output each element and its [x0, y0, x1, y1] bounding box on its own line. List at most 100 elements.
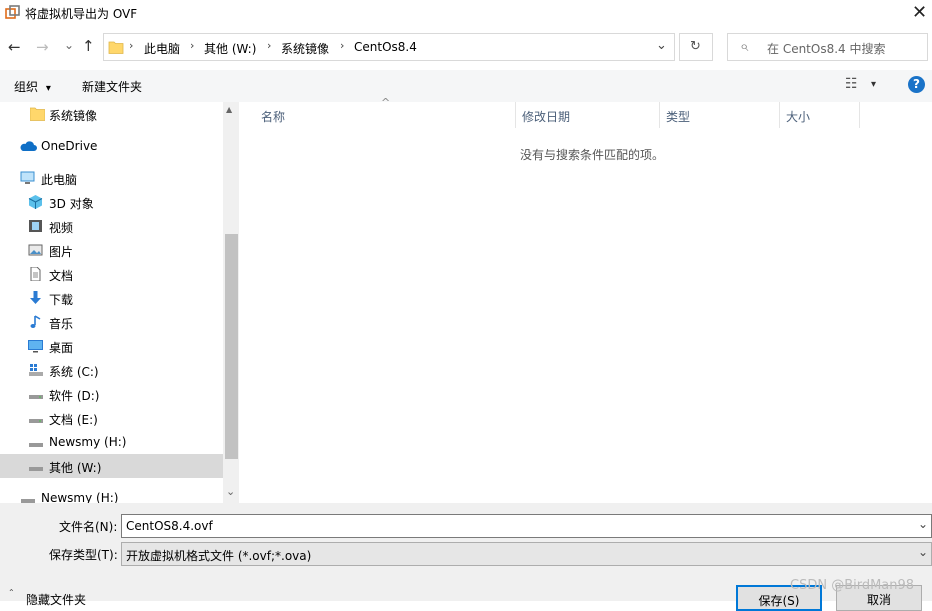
breadcrumb-system-images[interactable]: 系统镜像	[281, 40, 329, 57]
sidebar-item-documents[interactable]: 文档	[0, 262, 223, 286]
view-options-icon[interactable]: ☷	[845, 76, 858, 92]
watermark: CSDN @BirdMan98	[790, 578, 915, 593]
filetype-select[interactable]: 开放虚拟机格式文件 (*.ovf;*.ova) ⌄	[121, 542, 932, 566]
sidebar-item-drive-h[interactable]: Newsmy (H:)	[0, 430, 223, 454]
filetype-value: 开放虚拟机格式文件 (*.ovf;*.ova)	[126, 549, 312, 563]
back-button[interactable]: ←	[8, 38, 21, 56]
download-icon	[30, 291, 41, 304]
search-placeholder: 在 CentOs8.4 中搜索	[767, 42, 886, 56]
chevron-down-icon: ▾	[45, 83, 51, 94]
search-icon: ⌕	[740, 37, 749, 55]
forward-button[interactable]: →	[36, 38, 49, 56]
drive-icon	[29, 419, 43, 423]
sidebar-item-label: Newsmy (H:)	[49, 435, 127, 449]
sidebar-item-drive-e[interactable]: 文档 (E:)	[0, 406, 223, 430]
up-button[interactable]: ↑	[82, 37, 95, 55]
sort-ascending-icon: ^	[381, 96, 391, 109]
sidebar-item-drive-w[interactable]: 其他 (W:)	[0, 454, 223, 478]
drive-icon	[29, 443, 43, 447]
sidebar-item-label: 图片	[49, 245, 74, 259]
sidebar-item-label: 桌面	[49, 341, 74, 355]
breadcrumb-separator: ›	[267, 39, 272, 52]
picture-icon	[28, 244, 43, 256]
breadcrumb-this-pc[interactable]: 此电脑	[144, 40, 180, 57]
refresh-icon: ↻	[690, 39, 701, 54]
recent-locations-button[interactable]: ⌄	[64, 38, 74, 52]
column-divider[interactable]	[659, 102, 660, 128]
view-dropdown-icon[interactable]: ▾	[871, 79, 876, 90]
sidebar-item-desktop[interactable]: 桌面	[0, 334, 223, 358]
sidebar-item-label: 系统镜像	[49, 109, 98, 123]
breadcrumb-separator: ›	[129, 39, 134, 52]
scroll-up-icon[interactable]: ▲	[226, 105, 232, 114]
filename-label: 文件名(N):	[59, 520, 118, 534]
sidebar-item-videos[interactable]: 视频	[0, 214, 223, 238]
chevron-down-icon: ⌄	[918, 545, 929, 559]
empty-message: 没有与搜索条件匹配的项。	[520, 148, 665, 162]
organize-button[interactable]: 组织 ▾	[14, 78, 51, 95]
help-icon[interactable]: ?	[908, 76, 925, 93]
sidebar-item-drive-h-removable[interactable]: Newsmy (H:)	[0, 486, 223, 503]
sidebar-item-downloads[interactable]: 下载	[0, 286, 223, 310]
vmware-app-icon	[5, 5, 20, 19]
scrollbar-thumb[interactable]	[225, 234, 238, 459]
drive-icon	[29, 395, 43, 399]
column-header-modified[interactable]: 修改日期	[522, 108, 570, 132]
drive-icon	[21, 499, 35, 503]
column-header-name[interactable]: 名称	[261, 108, 285, 132]
scroll-down-icon[interactable]: ⌄	[226, 485, 235, 498]
collapse-icon[interactable]: ⌃	[8, 588, 15, 597]
sidebar-item-music[interactable]: 音乐	[0, 310, 223, 334]
sidebar-item-drive-d[interactable]: 软件 (D:)	[0, 382, 223, 406]
window-title: 将虚拟机导出为 OVF	[25, 7, 138, 21]
sidebar-item-label: 系统 (C:)	[49, 365, 99, 379]
folder-icon	[30, 107, 45, 121]
column-divider[interactable]	[859, 102, 860, 128]
chevron-down-icon[interactable]: ⌄	[918, 517, 928, 531]
breadcrumb-separator: ›	[190, 39, 195, 52]
hide-folders-toggle[interactable]: 隐藏文件夹	[26, 591, 86, 608]
drive-icon	[29, 467, 43, 471]
title-bar	[0, 0, 932, 26]
breadcrumb-separator: ›	[340, 39, 345, 52]
breadcrumb-centos[interactable]: CentOs8.4	[354, 40, 417, 54]
filetype-label: 保存类型(T):	[49, 548, 118, 562]
filename-value: CentOS8.4.ovf	[126, 519, 213, 533]
sidebar-item-label: 此电脑	[41, 173, 78, 187]
cube-icon	[28, 195, 43, 209]
document-icon	[30, 267, 41, 281]
folder-icon	[108, 41, 124, 54]
sidebar-item-label: 视频	[49, 221, 74, 235]
refresh-button[interactable]: ↻	[679, 33, 713, 61]
new-folder-button[interactable]: 新建文件夹	[82, 78, 142, 95]
column-divider[interactable]	[515, 102, 516, 128]
sidebar-item-label: 3D 对象	[49, 197, 94, 211]
sidebar-item-this-pc[interactable]: 此电脑	[0, 166, 223, 190]
sidebar-item-system-images[interactable]: 系统镜像	[0, 102, 223, 126]
close-button[interactable]: ✕	[912, 2, 927, 23]
sidebar-item-label: 下载	[49, 293, 74, 307]
column-divider[interactable]	[779, 102, 780, 128]
column-header-type[interactable]: 类型	[666, 108, 690, 132]
organize-label: 组织	[14, 80, 39, 94]
music-icon	[30, 315, 41, 328]
sidebar-item-label: 其他 (W:)	[49, 461, 102, 475]
sidebar-item-pictures[interactable]: 图片	[0, 238, 223, 262]
column-header-size[interactable]: 大小	[786, 108, 810, 132]
sidebar-item-label: 文档	[49, 269, 74, 283]
computer-icon	[20, 171, 35, 184]
address-bar[interactable]: › 此电脑 › 其他 (W:) › 系统镜像 › CentOs8.4 ⌄	[103, 33, 675, 61]
sidebar-item-label: OneDrive	[41, 139, 98, 153]
address-dropdown-icon[interactable]: ⌄	[656, 38, 667, 53]
sidebar-item-label: Newsmy (H:)	[41, 491, 119, 503]
sidebar-item-label: 软件 (D:)	[49, 389, 100, 403]
sidebar-item-onedrive[interactable]: OneDrive	[0, 134, 223, 158]
video-icon	[29, 220, 42, 232]
desktop-icon	[28, 340, 43, 353]
breadcrumb-drive-w[interactable]: 其他 (W:)	[204, 40, 256, 57]
sidebar-item-label: 文档 (E:)	[49, 413, 98, 427]
sidebar-item-drive-c[interactable]: 系统 (C:)	[0, 358, 223, 382]
search-box[interactable]: ⌕ 在 CentOs8.4 中搜索	[727, 33, 928, 61]
filename-field[interactable]: CentOS8.4.ovf ⌄	[121, 514, 932, 538]
sidebar-item-3d-objects[interactable]: 3D 对象	[0, 190, 223, 214]
